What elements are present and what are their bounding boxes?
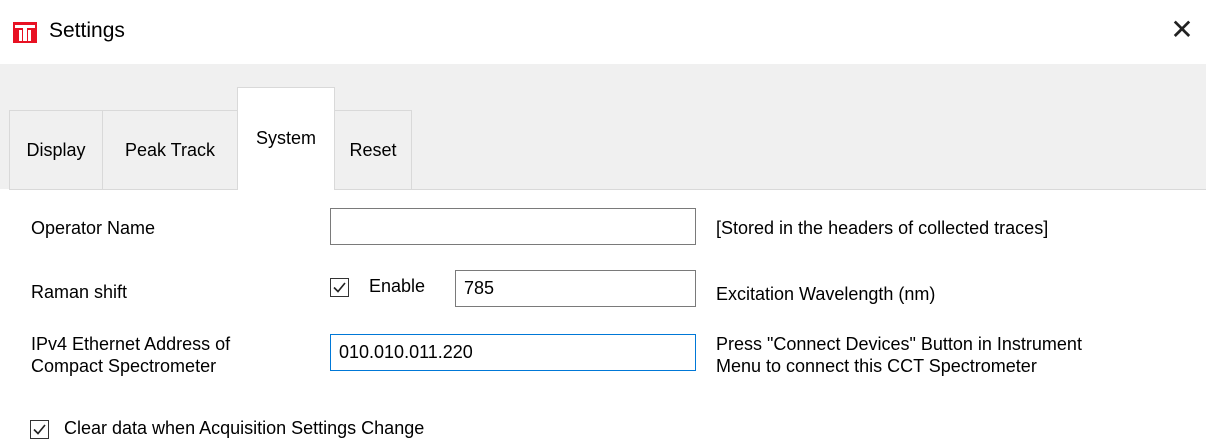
tab-system[interactable]: System — [237, 87, 335, 190]
excitation-wavelength-input[interactable] — [455, 270, 696, 307]
tab-label: Display — [26, 139, 86, 160]
window-title: Settings — [49, 19, 125, 42]
tab-label: System — [255, 127, 316, 148]
ipv4-note-line1: Press "Connect Devices" Button in Instru… — [716, 334, 1082, 354]
tab-strip: Display Peak Track System Reset — [0, 64, 1206, 190]
excitation-wavelength-label: Excitation Wavelength (nm) — [716, 284, 936, 304]
clear-data-label: Clear data when Acquisition Settings Cha… — [64, 418, 425, 438]
tab-peak-track[interactable]: Peak Track — [102, 110, 238, 189]
clear-data-checkbox[interactable] — [30, 420, 49, 439]
ipv4-note-line2: Menu to connect this CCT Spectrometer — [716, 356, 1037, 376]
close-icon[interactable]: ✕ — [1168, 16, 1196, 44]
raman-enable-label: Enable — [369, 276, 426, 296]
ipv4-address-input[interactable] — [330, 334, 696, 371]
ipv4-label-line2: Compact Spectrometer — [31, 356, 217, 376]
red-t-logo-icon — [13, 22, 37, 43]
ipv4-label-line1: IPv4 Ethernet Address of — [31, 334, 231, 354]
operator-name-input[interactable] — [330, 208, 696, 245]
operator-name-note: [Stored in the headers of collected trac… — [716, 218, 1049, 238]
raman-shift-label: Raman shift — [31, 282, 128, 302]
checkmark-icon — [33, 424, 46, 435]
operator-name-label: Operator Name — [31, 218, 156, 238]
raman-enable-checkbox[interactable] — [330, 278, 349, 297]
checkmark-icon — [333, 282, 346, 293]
panel-border — [9, 189, 1206, 190]
tab-label: Reset — [349, 139, 397, 160]
title-bar: Settings ✕ — [0, 0, 1206, 64]
tab-reset[interactable]: Reset — [334, 110, 412, 189]
tab-label: Peak Track — [124, 139, 216, 160]
tab-display[interactable]: Display — [9, 110, 103, 189]
